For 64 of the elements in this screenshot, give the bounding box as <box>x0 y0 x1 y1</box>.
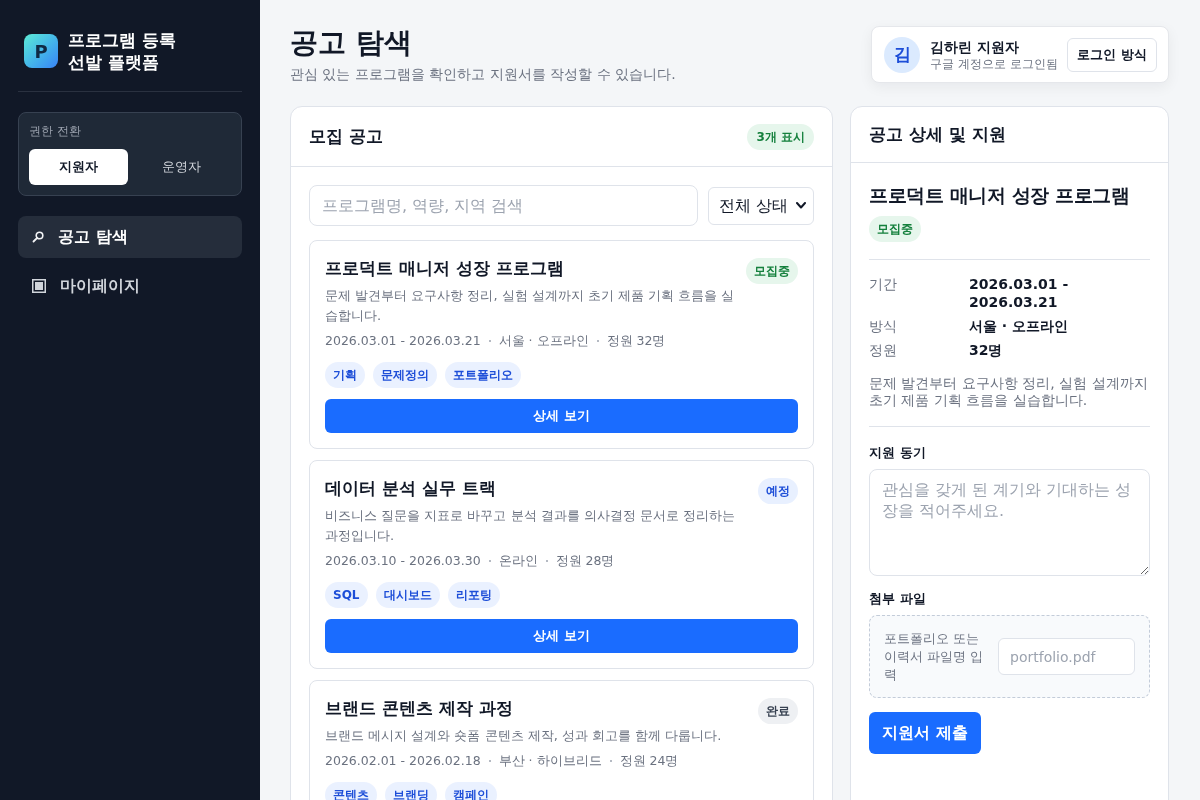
program-description: 문제 발견부터 요구사항 정리, 실험 설계까지 초기 제품 기획 흐름을 실습합니다. <box>869 375 1149 409</box>
program-meta: 2026.02.01 - 2026.02.18 <box>325 752 481 770</box>
motivation-field[interactable]: 관심을 갖게 된 계기와 기대하는 성장을 적어주세요. <box>869 469 1150 576</box>
field-label: 정원 <box>869 341 898 359</box>
program-meta: 정원 28명 <box>555 552 615 570</box>
login-method-button[interactable]: 로그인 방식 <box>1067 37 1157 72</box>
field-value: 32명 <box>969 341 1004 359</box>
role-switch-label: 권한 전환 <box>29 123 82 139</box>
avatar: 김 <box>884 36 920 73</box>
brand-title: 선발 플랫폼 <box>68 51 160 73</box>
skill-tag: 대시보드 <box>375 582 440 608</box>
program-meta: 부산 · 하이브리드 <box>498 752 602 770</box>
program-meta: 2026.03.10 - 2026.03.30 <box>325 552 481 570</box>
search-field[interactable]: 프로그램명, 역량, 지역 검색 <box>309 185 698 226</box>
role-tab[interactable]: 운영자 <box>132 149 231 185</box>
status-badge: 모집중 <box>746 258 798 284</box>
attachment-hint: 포트폴리오 또는 이력서 파일명 입력 <box>884 629 985 684</box>
detail-button[interactable]: 상세 보기 <box>325 619 798 653</box>
brand-title: 프로그램 등록 <box>68 29 176 51</box>
program-description: 문제 발견부터 요구사항 정리, 실험 설계까지 초기 제품 기획 흐름을 실습합니다. <box>325 287 736 325</box>
skill-tag: 포트폴리오 <box>445 362 521 388</box>
program-description: 비즈니스 질문을 지표로 바꾸고 분석 결과를 의사결정 문서로 정리하는 과정입니다. <box>325 507 737 545</box>
program-title: 프로덕트 매니저 성장 프로그램 <box>325 257 565 280</box>
status-badge: 모집중 <box>869 216 921 242</box>
motivation-label: 지원 동기 <box>869 444 927 462</box>
detail-button[interactable]: 상세 보기 <box>325 399 798 433</box>
page-title: 공고 탐색 <box>290 26 413 60</box>
program-meta: 정원 32명 <box>606 332 666 350</box>
skill-tag: 콘텐츠 <box>325 782 377 800</box>
square-icon <box>32 279 46 293</box>
attachment-label: 첨부 파일 <box>869 590 927 608</box>
page-subtitle: 관심 있는 프로그램을 확인하고 지원서를 작성할 수 있습니다. <box>290 65 676 83</box>
program-meta: 2026.03.01 - 2026.03.21 <box>325 332 481 350</box>
program-title: 프로덕트 매니저 성장 프로그램 <box>869 183 1131 208</box>
status-select[interactable]: 전체 상태 <box>708 186 814 225</box>
nav-item[interactable]: 공고 탐색 <box>18 216 242 258</box>
program-description: 브랜드 메시지 설계와 숏폼 콘텐츠 제작, 성과 회고를 함께 다룹니다. <box>325 727 723 745</box>
field-label: 방식 <box>869 317 898 335</box>
skill-tag: 리포팅 <box>447 582 500 608</box>
skill-tag: 기획 <box>325 362 365 388</box>
field-value: 2026.03.01 - 2026.03.21 <box>969 275 1070 311</box>
program-title: 데이터 분석 실무 트랙 <box>325 477 497 500</box>
program-meta: 정원 24명 <box>619 752 679 770</box>
panel-title: 모집 공고 <box>309 124 383 148</box>
chevron-down-icon <box>796 202 806 209</box>
status-badge: 완료 <box>758 698 798 724</box>
program-meta: 온라인 <box>498 552 538 570</box>
field-label: 기간 <box>869 275 898 294</box>
count-badge: 3개 표시 <box>747 123 814 150</box>
nav-item[interactable]: 마이페이지 <box>18 265 242 307</box>
skill-tag: SQL <box>325 582 368 608</box>
field-value: 서울 · 오프라인 <box>969 317 1070 335</box>
login-note: 구글 계정으로 로그인됨 <box>930 55 1058 72</box>
panel-title: 공고 상세 및 지원 <box>869 122 1006 146</box>
submit-button[interactable]: 지원서 제출 <box>869 712 981 754</box>
skill-tag: 문제정의 <box>373 362 437 388</box>
program-meta: 서울 · 오프라인 <box>498 332 589 350</box>
role-tab[interactable]: 지원자 <box>29 149 128 185</box>
user-name: 김하린 지원자 <box>930 37 1020 56</box>
file-name-field[interactable]: portfolio.pdf <box>998 638 1135 675</box>
logo-tile: P <box>24 34 58 68</box>
program-title: 브랜드 콘텐츠 제작 과정 <box>325 697 514 720</box>
status-badge: 예정 <box>758 478 798 504</box>
search-icon <box>32 231 44 243</box>
